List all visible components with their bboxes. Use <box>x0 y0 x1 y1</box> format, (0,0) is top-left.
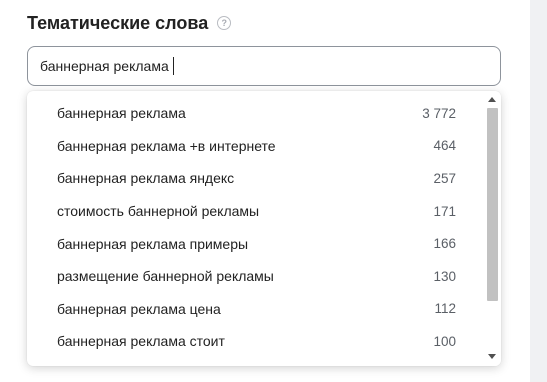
section-title: Тематические слова <box>27 12 209 33</box>
suggestions-dropdown: баннерная реклама 3 772 баннерная реклам… <box>27 91 501 366</box>
suggestion-label: баннерная реклама примеры <box>57 235 249 252</box>
text-caret <box>173 57 174 75</box>
help-icon[interactable]: ? <box>217 16 232 30</box>
suggestion-item[interactable]: размещение баннерной рекламы 130 <box>27 260 483 293</box>
scrollbar-thumb[interactable] <box>487 108 498 301</box>
suggestion-count: 166 <box>433 236 456 252</box>
suggestion-count: 112 <box>434 301 456 317</box>
scroll-down-arrow-icon[interactable] <box>488 354 496 359</box>
page: Тематические слова ? баннерная реклама 3… <box>0 0 547 382</box>
suggestion-count: 3 772 <box>422 105 456 121</box>
suggestion-item[interactable]: баннерная реклама примеры 166 <box>27 227 483 260</box>
suggestion-count: 257 <box>433 170 456 186</box>
suggestion-item[interactable]: баннерная реклама +в интернете 464 <box>27 130 483 163</box>
suggestion-item[interactable]: баннерная реклама 3 772 <box>27 97 483 130</box>
suggestion-count: 464 <box>433 138 456 154</box>
suggestion-item[interactable]: стоимость баннерной рекламы 171 <box>27 195 483 228</box>
suggestion-label: баннерная реклама яндекс <box>57 170 235 187</box>
suggestions-list: баннерная реклама 3 772 баннерная реклам… <box>27 97 483 358</box>
suggestion-item[interactable]: баннерная реклама цена 112 <box>27 293 483 326</box>
suggestion-item[interactable]: баннерная реклама стоит 100 <box>27 325 483 358</box>
keyword-search-input[interactable] <box>27 46 501 86</box>
suggestion-label: баннерная реклама стоит <box>57 333 225 350</box>
dropdown-scrollbar[interactable] <box>483 91 501 366</box>
scroll-up-arrow-icon[interactable] <box>488 97 496 102</box>
suggestion-label: размещение баннерной рекламы <box>57 268 274 285</box>
suggestion-count: 130 <box>433 268 456 284</box>
side-panel-gutter <box>530 0 547 382</box>
suggestion-label: баннерная реклама <box>57 105 186 122</box>
suggestion-label: стоимость баннерной рекламы <box>57 203 260 220</box>
suggestion-count: 100 <box>433 333 456 349</box>
suggestion-label: баннерная реклама +в интернете <box>57 137 276 154</box>
suggestion-count: 171 <box>433 203 456 219</box>
suggestion-item[interactable]: баннерная реклама яндекс 257 <box>27 162 483 195</box>
section-header: Тематические слова ? <box>27 10 232 36</box>
suggestion-label: баннерная реклама цена <box>57 300 221 317</box>
